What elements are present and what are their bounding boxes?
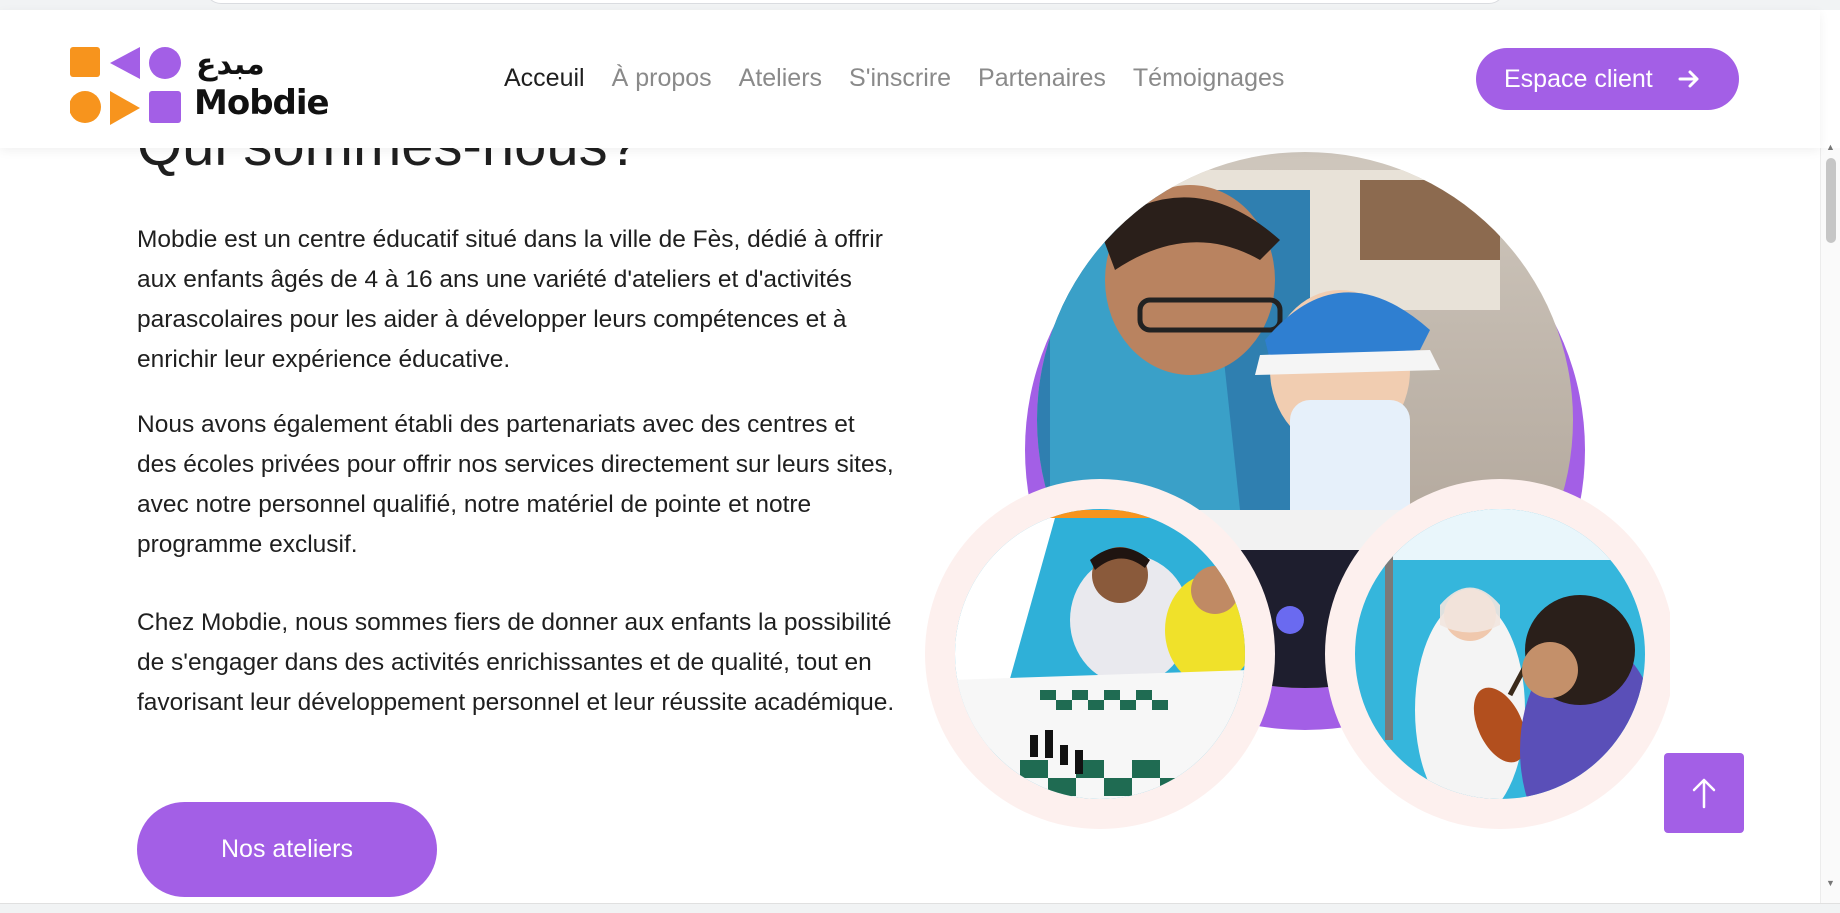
nav-acceuil[interactable]: Acceuil (504, 64, 585, 93)
about-paragraph-1: Mobdie est un centre éducatif situé dans… (137, 226, 883, 373)
nav-ateliers[interactable]: Ateliers (739, 64, 822, 93)
nav-temoignages[interactable]: Témoignages (1133, 64, 1284, 93)
left-photo-chess (925, 479, 1275, 829)
photo-collage (925, 152, 1670, 829)
scroll-to-top-button[interactable] (1664, 753, 1744, 833)
nav-partenaires[interactable]: Partenaires (978, 64, 1106, 93)
browser-address-pill (205, 0, 1505, 4)
logo-arabic: مبدع (196, 47, 265, 82)
logo-text: Mobdie (194, 83, 330, 123)
right-photo-violin (1325, 479, 1670, 829)
nav-sinscrire[interactable]: S'inscrire (849, 64, 951, 93)
site-header: مبدع Mobdie Acceuil À propos Ateliers S'… (0, 10, 1820, 148)
nav-a-propos[interactable]: À propos (612, 64, 712, 93)
arrow-up-icon (1692, 778, 1716, 809)
scroll-down-icon[interactable]: ▼ (1826, 878, 1835, 888)
about-paragraph-3: Chez Mobdie, nous sommes fiers de donner… (137, 609, 895, 716)
scroll-up-icon[interactable]: ▲ (1826, 142, 1835, 152)
espace-client-label: Espace client (1504, 64, 1653, 93)
logo[interactable]: مبدع Mobdie (70, 43, 330, 127)
browser-top-strip (0, 0, 1840, 10)
page-scrollbar[interactable]: ▲ ▼ (1820, 142, 1840, 903)
scrollbar-thumb[interactable] (1826, 158, 1836, 243)
browser-bottom-strip (0, 903, 1840, 913)
nos-ateliers-button[interactable]: Nos ateliers (137, 802, 437, 897)
arrow-right-icon (1678, 70, 1699, 88)
main-nav: Acceuil À propos Ateliers S'inscrire Par… (504, 64, 1311, 93)
logo-shapes-icon (70, 47, 181, 125)
espace-client-button[interactable]: Espace client (1476, 48, 1739, 110)
about-paragraph-2: Nous avons également établi des partenar… (137, 411, 894, 558)
